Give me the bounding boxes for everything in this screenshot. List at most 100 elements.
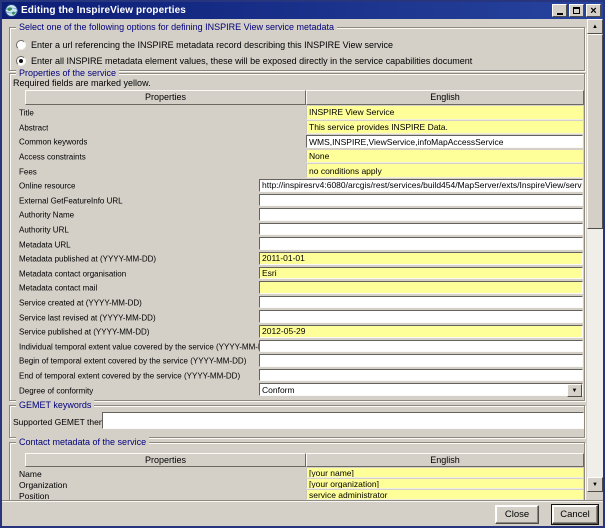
property-value-field[interactable]: service administrator xyxy=(306,490,583,500)
property-label: Service published at (YYYY-MM-DD) xyxy=(19,328,149,337)
options-group-title: Select one of the following options for … xyxy=(16,22,337,33)
globe-icon xyxy=(5,4,18,17)
dialog-body: Select one of the following options for … xyxy=(2,19,603,526)
property-label: Common keywords xyxy=(19,138,87,147)
row-external-getfeatureinfo-url: External GetFeatureInfo URL ▼ xyxy=(11,194,583,209)
property-label: Metadata contact mail xyxy=(19,284,97,293)
row-degree-of-conformity: Degree of conformity Conform ▼ xyxy=(11,383,583,398)
property-value-field[interactable] xyxy=(259,354,583,367)
property-label: Online resource xyxy=(19,182,75,191)
property-value-field[interactable]: http://inspiresrv4:6080/arcgis/rest/serv… xyxy=(259,179,583,192)
row-authority-url: Authority URL ▼ xyxy=(11,223,583,238)
property-label: Service created at (YYYY-MM-DD) xyxy=(19,299,142,308)
row-service-published-at-yyyy-mm-dd: Service published at (YYYY-MM-DD) 2012-0… xyxy=(11,325,583,340)
property-value-field[interactable]: [your name] xyxy=(306,468,583,478)
minimize-icon[interactable] xyxy=(552,4,567,17)
scroll-up-icon[interactable]: ▲ xyxy=(587,19,603,34)
column-header-english: English xyxy=(306,453,584,467)
title-bar[interactable]: Editing the InspireView properties × xyxy=(2,2,603,19)
scroll-content: Select one of the following options for … xyxy=(4,21,587,500)
gemet-themes-input[interactable] xyxy=(102,412,584,429)
property-label: Service last revised at (YYYY-MM-DD) xyxy=(19,313,156,322)
property-value-field[interactable] xyxy=(259,340,583,353)
property-value-field[interactable] xyxy=(259,281,583,294)
properties-group: Properties of the service Required field… xyxy=(9,73,585,401)
cancel-button[interactable]: Cancel xyxy=(552,505,598,524)
property-value-field[interactable]: None xyxy=(306,150,583,164)
row-individual-temporal-extent-value-covered-by-the-service-yyyy-mm-dd: Individual temporal extent value covered… xyxy=(11,340,583,355)
property-value-field[interactable]: WMS,INSPIRE,ViewService,infoMapAccessSer… xyxy=(306,135,583,148)
radio-button-icon[interactable] xyxy=(16,56,26,66)
gemet-group: GEMET keywords Supported GEMET themes xyxy=(9,405,585,438)
row-position: Position service administrator ▼ xyxy=(11,490,583,500)
row-online-resource: Online resource http://inspiresrv4:6080/… xyxy=(11,179,583,194)
row-fees: Fees no conditions apply ▼ xyxy=(11,164,583,179)
property-value-field[interactable]: Conform xyxy=(259,383,583,396)
scroll-down-icon[interactable]: ▼ xyxy=(587,477,603,492)
window-controls: × xyxy=(552,4,601,17)
property-label: Access constraints xyxy=(19,153,86,162)
row-metadata-contact-organisation: Metadata contact organisation Esri ▼ xyxy=(11,267,583,282)
row-end-of-temporal-extent-covered-by-the-service-yyyy-mm-dd: End of temporal extent covered by the se… xyxy=(11,369,583,384)
dropdown-arrow-icon[interactable]: ▼ xyxy=(567,384,582,397)
row-service-created-at-yyyy-mm-dd: Service created at (YYYY-MM-DD) ▼ xyxy=(11,296,583,311)
contact-rows: Name [your name] ▼ Organization [your or… xyxy=(11,468,583,500)
scrollbar-thumb[interactable] xyxy=(587,34,603,229)
footer-bar: Close Cancel xyxy=(2,500,603,526)
property-value-field[interactable] xyxy=(259,237,583,250)
property-label: Authority Name xyxy=(19,211,74,220)
options-group: Select one of the following options for … xyxy=(9,27,585,71)
property-value-field[interactable] xyxy=(259,369,583,382)
row-metadata-url: Metadata URL ▼ xyxy=(11,237,583,252)
vertical-scrollbar[interactable]: ▲ ▼ xyxy=(587,19,603,492)
property-label: Begin of temporal extent covered by the … xyxy=(19,357,246,366)
property-value-field[interactable] xyxy=(259,208,583,221)
contact-group-title: Contact metadata of the service xyxy=(16,437,149,448)
property-label: Authority URL xyxy=(19,226,69,235)
property-value-field[interactable] xyxy=(259,223,583,236)
radio-option-label: Enter a url referencing the INSPIRE meta… xyxy=(31,40,393,50)
property-value-field[interactable]: 2012-05-29 xyxy=(259,325,583,338)
radio-button-icon[interactable] xyxy=(16,40,26,50)
row-abstract: Abstract This service provides INSPIRE D… xyxy=(11,121,583,136)
property-label: Individual temporal extent value covered… xyxy=(19,342,263,351)
property-value-field[interactable] xyxy=(259,194,583,207)
property-label: External GetFeatureInfo URL xyxy=(19,196,123,205)
property-value-field[interactable]: 2011-01-01 xyxy=(259,252,583,265)
column-header-properties: Properties xyxy=(25,453,306,467)
property-label: Metadata published at (YYYY-MM-DD) xyxy=(19,255,156,264)
row-organization: Organization [your organization] ▼ xyxy=(11,479,583,490)
property-value-field[interactable] xyxy=(259,310,583,323)
property-value-field[interactable]: no conditions apply xyxy=(306,164,583,178)
property-value-field[interactable]: INSPIRE View Service xyxy=(306,106,583,120)
property-label: Position xyxy=(19,491,49,501)
row-common-keywords: Common keywords WMS,INSPIRE,ViewService,… xyxy=(11,135,583,150)
property-label: Title xyxy=(19,109,34,118)
close-button[interactable]: Close xyxy=(495,505,539,524)
property-label: Abstract xyxy=(19,123,48,132)
property-label: Fees xyxy=(19,167,37,176)
property-value-field[interactable] xyxy=(259,296,583,309)
property-value-field[interactable]: Esri xyxy=(259,267,583,280)
property-label: Organization xyxy=(19,480,67,490)
row-authority-name: Authority Name ▼ xyxy=(11,208,583,223)
maximize-icon[interactable] xyxy=(569,4,584,17)
property-value-field[interactable]: This service provides INSPIRE Data. xyxy=(306,121,583,135)
row-begin-of-temporal-extent-covered-by-the-service-yyyy-mm-dd: Begin of temporal extent covered by the … xyxy=(11,354,583,369)
gemet-row: Supported GEMET themes xyxy=(10,406,584,437)
row-service-last-revised-at-yyyy-mm-dd: Service last revised at (YYYY-MM-DD) ▼ xyxy=(11,310,583,325)
properties-table-header: Properties English xyxy=(25,90,584,105)
column-header-properties: Properties xyxy=(25,90,306,105)
property-label: Metadata contact organisation xyxy=(19,269,126,278)
radio-option-enter-all-values[interactable]: Enter all INSPIRE metadata element value… xyxy=(16,54,580,68)
row-metadata-contact-mail: Metadata contact mail ▼ xyxy=(11,281,583,296)
radio-option-metadata-url[interactable]: Enter a url referencing the INSPIRE meta… xyxy=(16,38,580,52)
property-label: Metadata URL xyxy=(19,240,71,249)
contact-table-header: Properties English xyxy=(25,453,584,467)
gemet-themes-label: Supported GEMET themes xyxy=(13,417,115,427)
properties-rows: Title INSPIRE View Service ▼ Abstract Th… xyxy=(11,106,583,398)
property-value-field[interactable]: [your organization] xyxy=(306,479,583,489)
close-icon[interactable]: × xyxy=(586,4,601,17)
property-label: End of temporal extent covered by the se… xyxy=(19,372,240,381)
contact-group: Contact metadata of the service Properti… xyxy=(9,442,585,500)
